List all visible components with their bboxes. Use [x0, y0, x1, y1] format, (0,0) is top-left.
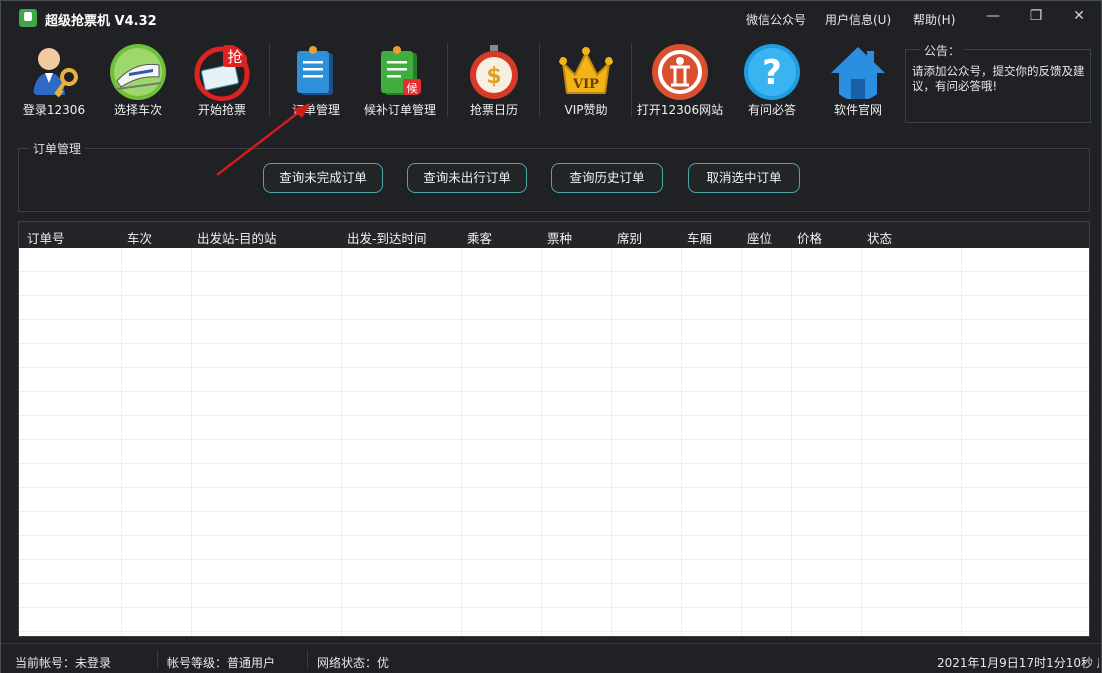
table-row[interactable] [19, 320, 1089, 344]
status-bar: 当前帐号：未登录 帐号等级：普通用户 网络状态：优 2021年1月9日17时1分… [1, 643, 1101, 673]
query-untraveled-orders-button[interactable]: 查询未出行订单 [407, 163, 527, 193]
open-12306-label: 打开12306网站 [636, 103, 724, 117]
column-status[interactable]: 状态 [867, 228, 892, 247]
wechat-link[interactable]: 微信公众号 [746, 11, 806, 28]
ticket-calendar-button[interactable]: $ 抢票日历 [451, 37, 537, 123]
status-divider [307, 650, 308, 668]
column-passenger[interactable]: 乘客 [467, 228, 492, 247]
vip-sponsor-label: VIP赞助 [564, 103, 608, 117]
table-row[interactable] [19, 392, 1089, 416]
svg-text:候: 候 [407, 81, 418, 95]
table-row[interactable] [19, 416, 1089, 440]
table-row[interactable] [19, 512, 1089, 536]
column-train-number[interactable]: 车次 [127, 228, 152, 247]
order-group-title: 订单管理 [29, 140, 86, 157]
column-divider [191, 248, 192, 636]
order-management-group: 订单管理 查询未完成订单 查询未出行订单 查询历史订单 取消选中订单 [18, 140, 1090, 212]
close-icon[interactable]: ✕ [1066, 7, 1092, 27]
minimize-icon[interactable]: — [980, 7, 1006, 27]
column-divider [861, 248, 862, 636]
table-row[interactable] [19, 296, 1089, 320]
railway-logo-icon [652, 44, 708, 100]
table-row[interactable] [19, 248, 1089, 272]
app-title: 超级抢票机 V4.32 [45, 14, 157, 29]
notice-panel: 公告： 请添加公众号，提交你的反馈及建议，有问必答哦! [905, 42, 1091, 123]
svg-text:?: ? [762, 53, 782, 93]
column-divider [341, 248, 342, 636]
app-logo-icon [19, 9, 37, 27]
account-level: 帐号等级：普通用户 [167, 656, 276, 670]
column-divider [741, 248, 742, 636]
official-site-label: 软件官网 [833, 103, 882, 117]
home-icon [831, 47, 885, 99]
main-window: 超级抢票机 V4.32 微信公众号 用户信息(U) 帮助(H) — ❐ ✕ 登录… [0, 0, 1102, 673]
query-unfinished-orders-button[interactable]: 查询未完成订单 [263, 163, 383, 193]
table-row[interactable] [19, 560, 1089, 584]
notice-title: 公告： [920, 42, 965, 59]
help-menu[interactable]: 帮助(H) [913, 11, 955, 28]
stopwatch-icon: $ [470, 45, 518, 99]
column-divider [121, 248, 122, 636]
table-row[interactable] [19, 608, 1089, 632]
waitlist-document-icon: 候 [381, 46, 421, 95]
official-site-button[interactable]: 软件官网 [815, 37, 901, 123]
start-grab-button[interactable]: 抢 开始抢票 [179, 37, 265, 123]
user-info-menu[interactable]: 用户信息(U) [825, 11, 891, 28]
grab-ticket-icon: 抢 [194, 45, 250, 101]
waitlist-order-button[interactable]: 候 候补订单管理 [357, 37, 443, 123]
table-row[interactable] [19, 368, 1089, 392]
vip-sponsor-button[interactable]: VIP VIP赞助 [543, 37, 629, 123]
question-icon: ? [744, 44, 800, 100]
query-history-orders-button[interactable]: 查询历史订单 [551, 163, 663, 193]
faq-button[interactable]: ? 有问必答 [729, 37, 815, 123]
svg-text:VIP: VIP [572, 77, 599, 92]
column-divider [461, 248, 462, 636]
notice-text: 请添加公众号，提交你的反馈及建议，有问必答哦! [912, 64, 1085, 93]
open-12306-button[interactable]: 打开12306网站 [637, 37, 723, 123]
restore-icon[interactable]: ❐ [1023, 7, 1049, 27]
order-document-icon [297, 46, 333, 95]
table-row[interactable] [19, 344, 1089, 368]
column-price[interactable]: 价格 [797, 228, 822, 247]
current-time: 2021年1月9日17时1分10秒 用户 [937, 656, 1099, 670]
ticket-calendar-label: 抢票日历 [469, 103, 518, 117]
column-seat-class[interactable]: 席别 [617, 228, 642, 247]
column-divider [681, 248, 682, 636]
waitlist-order-label: 候补订单管理 [363, 103, 436, 117]
column-times[interactable]: 出发-到达时间 [347, 228, 427, 247]
order-table[interactable]: 订单号 车次 出发站-目的站 出发-到达时间 乘客 票种 席别 车厢 座位 价格… [18, 221, 1090, 637]
table-row[interactable] [19, 488, 1089, 512]
svg-text:抢: 抢 [227, 48, 242, 66]
column-divider [961, 248, 962, 636]
cancel-selected-order-button[interactable]: 取消选中订单 [688, 163, 800, 193]
column-stations[interactable]: 出发站-目的站 [197, 228, 277, 247]
column-ticket-type[interactable]: 票种 [547, 228, 572, 247]
column-seat[interactable]: 座位 [747, 228, 772, 247]
vip-crown-icon: VIP [559, 47, 613, 94]
table-row[interactable] [19, 440, 1089, 464]
account-status: 当前帐号：未登录 [15, 656, 112, 670]
table-row[interactable] [19, 584, 1089, 608]
network-status: 网络状态：优 [317, 656, 390, 670]
table-row[interactable] [19, 464, 1089, 488]
table-row[interactable] [19, 272, 1089, 296]
table-header: 订单号 车次 出发站-目的站 出发-到达时间 乘客 票种 席别 车厢 座位 价格… [19, 222, 1089, 248]
column-order-number[interactable]: 订单号 [27, 228, 65, 247]
svg-text:$: $ [486, 64, 501, 89]
title-bar: 超级抢票机 V4.32 微信公众号 用户信息(U) 帮助(H) — ❐ ✕ [1, 1, 1101, 35]
column-divider [791, 248, 792, 636]
login-key-icon [33, 48, 78, 98]
column-divider [541, 248, 542, 636]
column-divider [611, 248, 612, 636]
column-coach[interactable]: 车厢 [687, 228, 712, 247]
table-row[interactable] [19, 536, 1089, 560]
status-divider [157, 650, 158, 668]
table-body [19, 248, 1089, 636]
start-grab-label: 开始抢票 [197, 103, 246, 117]
train-icon [110, 44, 166, 100]
